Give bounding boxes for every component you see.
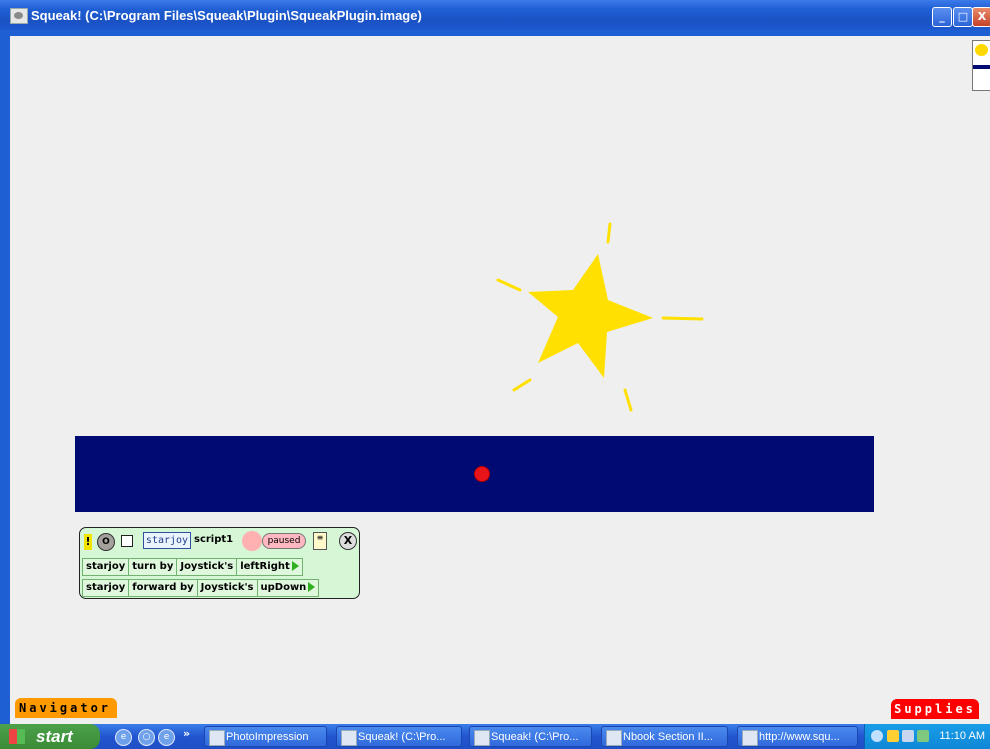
playfield-thumbnail-icon[interactable]	[973, 65, 990, 69]
tile-parameter-label: leftRight	[240, 561, 290, 572]
windows-logo-icon	[9, 729, 25, 744]
script-row[interactable]: starjoy turn by Joystick's leftRight	[82, 554, 303, 576]
tile-parameter[interactable]: upDown	[256, 579, 320, 597]
start-label: start	[36, 727, 73, 746]
tile-joystick[interactable]: Joystick's	[176, 558, 238, 576]
tray-network-icon[interactable]	[902, 730, 914, 742]
maximize-button[interactable]: □	[953, 7, 973, 27]
photoimpression-icon	[209, 730, 225, 746]
starjoy-star[interactable]	[490, 220, 710, 420]
script-editor[interactable]: ! O starjoy script1 paused ≡ X starjoy tu…	[79, 527, 360, 599]
taskbar-button[interactable]: http://www.squ...	[737, 726, 858, 747]
task-label: Squeak! (C:\Pro...	[491, 731, 579, 743]
tile-parameter[interactable]: leftRight	[236, 558, 303, 576]
star-shape[interactable]	[528, 254, 653, 378]
tile-command[interactable]: forward by	[128, 579, 198, 597]
ie-quicklaunch-icon[interactable]: e	[158, 729, 175, 746]
close-scriptor-button[interactable]: X	[339, 532, 357, 550]
task-label: http://www.squ...	[759, 731, 840, 743]
close-button[interactable]: X	[972, 7, 990, 27]
taskbar-button[interactable]: Nbook Section II...	[601, 726, 728, 747]
taskbar-button[interactable]: Squeak! (C:\Pro...	[336, 726, 462, 747]
expand-arrow-icon[interactable]	[291, 561, 299, 571]
browser-icon	[742, 730, 758, 746]
squeak-app-icon[interactable]	[10, 8, 28, 24]
script-status-toggle[interactable]: paused	[262, 533, 306, 549]
taskbar: start e ○ e » PhotoImpression Squeak! (C…	[0, 724, 990, 749]
minimize-button[interactable]: _	[932, 7, 952, 27]
tick-rate-icon[interactable]	[242, 531, 262, 551]
script-name[interactable]: script1	[194, 534, 233, 545]
quicklaunch-overflow-icon[interactable]: »	[183, 727, 190, 740]
tray-warning-icon[interactable]	[887, 730, 899, 742]
script-row[interactable]: starjoy forward by Joystick's upDown	[82, 575, 320, 597]
tile-player[interactable]: starjoy	[82, 558, 130, 576]
navigator-flap[interactable]: Navigator	[15, 698, 117, 718]
system-tray: 11:10 AM	[864, 724, 990, 749]
browser-quicklaunch-icon[interactable]: e	[115, 729, 132, 746]
taskbar-button[interactable]: Squeak! (C:\Pro...	[469, 726, 592, 747]
search-quicklaunch-icon[interactable]: ○	[138, 729, 155, 746]
document-icon	[606, 730, 622, 746]
star-ray	[623, 388, 633, 412]
taskbar-button[interactable]: PhotoImpression	[204, 726, 327, 747]
tray-expand-icon[interactable]	[871, 730, 883, 742]
squeak-icon	[474, 730, 490, 746]
script-menu-icon[interactable]: ≡	[313, 532, 327, 550]
tile-joystick[interactable]: Joystick's	[196, 579, 258, 597]
supplies-flap[interactable]: Supplies	[891, 699, 979, 719]
star-ray	[512, 378, 532, 392]
red-ball[interactable]	[474, 466, 490, 482]
player-name-tile[interactable]: starjoy	[143, 532, 191, 549]
task-label: Nbook Section II...	[623, 731, 713, 743]
star-ray	[661, 316, 704, 321]
run-once-button[interactable]: !	[84, 534, 92, 550]
task-label: PhotoImpression	[226, 731, 309, 743]
tile-player[interactable]: starjoy	[82, 579, 130, 597]
script-checkbox[interactable]	[121, 535, 133, 547]
star-ray	[496, 278, 522, 292]
tray-clock[interactable]: 11:10 AM	[939, 724, 985, 749]
star-ray	[606, 222, 612, 244]
top-right-flap-tab[interactable]	[972, 40, 990, 91]
expand-arrow-icon[interactable]	[308, 582, 316, 592]
title-bar[interactable]: Squeak! (C:\Program Files\Squeak\Plugin\…	[0, 0, 990, 30]
tile-parameter-label: upDown	[260, 582, 307, 593]
window-title: Squeak! (C:\Program Files\Squeak\Plugin\…	[31, 8, 422, 23]
tile-command[interactable]: turn by	[128, 558, 178, 576]
tray-volume-icon[interactable]	[917, 730, 929, 742]
star-thumbnail-icon[interactable]	[975, 44, 988, 56]
squeak-icon	[341, 730, 357, 746]
start-button[interactable]: start	[0, 724, 100, 749]
ticking-button[interactable]: O	[97, 533, 115, 551]
task-label: Squeak! (C:\Pro...	[358, 731, 446, 743]
